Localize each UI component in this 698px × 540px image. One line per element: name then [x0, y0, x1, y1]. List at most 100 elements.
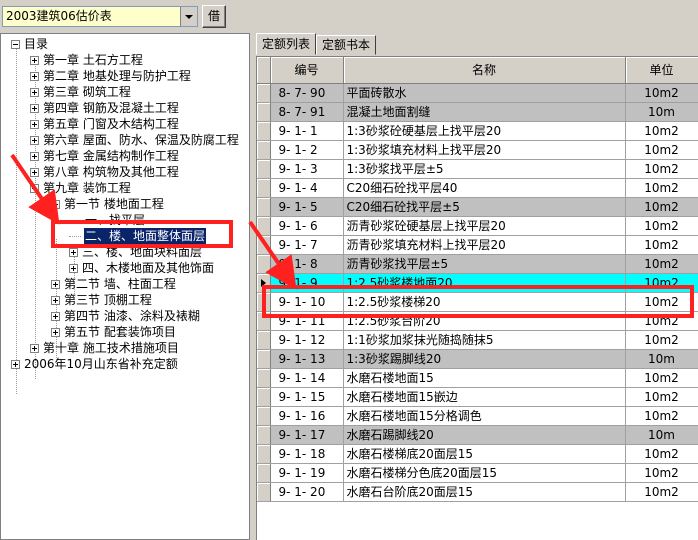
tree-item-label: 一、找平层	[85, 213, 146, 227]
table-row[interactable]: 9- 1- 10 1:2.5砂浆楼梯20 10m2	[257, 292, 698, 312]
table-row[interactable]: 8- 7- 91 混凝土地面割缝 10m	[257, 102, 698, 122]
tree-sub-monolithic[interactable]: 二、楼、地面整体面层	[69, 228, 207, 244]
row-indicator[interactable]	[257, 102, 271, 122]
table-row[interactable]: 9- 1- 16 水磨石楼地面15分格调色 10m2	[257, 406, 698, 426]
table-row[interactable]: 9- 1- 14 水磨石楼地面15 10m2	[257, 368, 698, 388]
row-indicator[interactable]	[257, 387, 271, 407]
header-name[interactable]: 名称	[343, 57, 626, 84]
cell-code: 9- 1- 10	[270, 292, 344, 312]
table-row[interactable]: 9- 1- 12 1:1砂浆加浆抹光随捣随抹5 10m2	[257, 330, 698, 350]
tree-chapter-9[interactable]: 第九章 装饰工程	[30, 180, 132, 196]
table-row[interactable]: 9- 1- 13 1:3砂浆踢脚线20 10m	[257, 349, 698, 369]
expand-icon[interactable]	[69, 263, 78, 273]
table-row[interactable]: 9- 1- 20 水磨石台阶底20面层15 10m2	[257, 482, 698, 502]
dropdown-button[interactable]	[180, 7, 197, 26]
cell-unit: 10m2	[625, 330, 698, 350]
tree-section-9-5[interactable]: 第五节 配套装饰项目	[51, 324, 177, 340]
tree-chapter-7[interactable]: 第七章 金属结构制作工程	[30, 148, 180, 164]
expand-icon[interactable]	[30, 343, 39, 353]
tab-quota-list[interactable]: 定额列表	[256, 33, 317, 55]
row-indicator[interactable]	[257, 482, 271, 502]
tree-chapter-2[interactable]: 第二章 地基处理与防护工程	[30, 68, 192, 84]
row-indicator[interactable]	[257, 140, 271, 160]
tree-item-label: 第三节 顶棚工程	[64, 293, 152, 307]
table-row[interactable]: 8- 7- 90 平面砖散水 10m2	[257, 83, 698, 103]
table-row[interactable]: 9- 1- 15 水磨石楼地面15嵌边 10m2	[257, 387, 698, 407]
expand-icon[interactable]	[30, 103, 39, 113]
tree-section-9-1[interactable]: 第一节 楼地面工程	[51, 196, 165, 212]
row-indicator[interactable]	[257, 254, 271, 274]
expand-icon[interactable]	[51, 327, 60, 337]
row-indicator[interactable]	[257, 121, 271, 141]
borrow-button[interactable]: 借	[202, 5, 226, 28]
tree-chapter-1[interactable]: 第一章 土石方工程	[30, 52, 144, 68]
tree-chapter-10[interactable]: 第十章 施工技术措施项目	[30, 340, 180, 356]
table-row[interactable]: 9- 1- 19 水磨石楼梯分色底20面层15 10m2	[257, 463, 698, 483]
expand-icon[interactable]	[30, 87, 39, 97]
tree-chapter-5[interactable]: 第五章 门窗及木结构工程	[30, 116, 180, 132]
table-row[interactable]: 9- 1- 2 1:3砂浆填充材料上找平层20 10m2	[257, 140, 698, 160]
header-unit[interactable]: 单位	[625, 57, 698, 84]
tree-chapter-3[interactable]: 第三章 砌筑工程	[30, 84, 132, 100]
tree-supplement[interactable]: 2006年10月山东省补充定额	[11, 356, 179, 372]
row-indicator[interactable]	[257, 368, 271, 388]
quota-grid[interactable]: 编号 名称 单位 8- 7- 90 平面砖散水 10m2 8- 7- 91 混凝土地面割…	[256, 56, 698, 540]
row-indicator[interactable]	[257, 330, 271, 350]
row-indicator[interactable]	[257, 235, 271, 255]
tree-sub-leveling[interactable]: 一、找平层	[69, 212, 146, 228]
tree-section-9-3[interactable]: 第三节 顶棚工程	[51, 292, 153, 308]
expand-icon[interactable]	[51, 279, 60, 289]
row-indicator[interactable]	[257, 311, 271, 331]
cell-unit: 10m2	[625, 482, 698, 502]
tree-section-9-4[interactable]: 第四节 油漆、涂料及裱糊	[51, 308, 201, 324]
table-row[interactable]: 9- 1- 3 1:3砂浆找平层±5 10m2	[257, 159, 698, 179]
table-row[interactable]: 9- 1- 11 1:2.5砂浆台阶20 10m2	[257, 311, 698, 331]
table-row[interactable]: 9- 1- 9 1:2.5砂浆楼地面20 10m2	[257, 273, 698, 293]
tree-root[interactable]: 目录	[11, 36, 49, 52]
tree-section-9-2[interactable]: 第二节 墙、柱面工程	[51, 276, 177, 292]
expand-icon[interactable]	[30, 167, 39, 177]
expand-icon[interactable]	[30, 151, 39, 161]
row-indicator[interactable]	[257, 406, 271, 426]
table-row[interactable]: 9- 1- 1 1:3砂浆砼硬基层上找平层20 10m2	[257, 121, 698, 141]
expand-icon[interactable]	[30, 119, 39, 129]
table-row[interactable]: 9- 1- 18 水磨石楼梯底20面层15 10m2	[257, 444, 698, 464]
expand-icon[interactable]	[30, 71, 39, 81]
row-indicator[interactable]	[257, 425, 271, 445]
collapse-icon[interactable]	[51, 199, 60, 209]
tab-quota-book[interactable]: 定额书本	[316, 35, 377, 55]
tree-sub-block[interactable]: 三、楼、地面块料面层	[69, 244, 203, 260]
expand-icon[interactable]	[51, 311, 60, 321]
quota-table-select[interactable]: 2003建筑06估价表	[2, 6, 198, 27]
table-row[interactable]: 9- 1- 8 沥青砂浆找平层±5 10m2	[257, 254, 698, 274]
table-row[interactable]: 9- 1- 7 沥青砂浆填充材料上找平层20 10m2	[257, 235, 698, 255]
row-indicator[interactable]	[257, 159, 271, 179]
row-indicator[interactable]	[257, 273, 271, 293]
row-indicator[interactable]	[257, 197, 271, 217]
table-row[interactable]: 9- 1- 6 沥青砂浆砼硬基层上找平层20 10m2	[257, 216, 698, 236]
cell-code: 9- 1- 7	[270, 235, 344, 255]
tree-sub-wood[interactable]: 四、木楼地面及其他饰面	[69, 260, 215, 276]
expand-icon[interactable]	[11, 359, 20, 369]
expand-icon[interactable]	[30, 135, 39, 145]
row-indicator[interactable]	[257, 463, 271, 483]
row-indicator[interactable]	[257, 216, 271, 236]
expand-icon[interactable]	[51, 295, 60, 305]
table-row[interactable]: 9- 1- 4 C20细石砼找平层40 10m2	[257, 178, 698, 198]
catalog-tree[interactable]: 目录 第一章 土石方工程 第二章 地基处理与防护工程 第三章 砌筑工程 第四章 钢筋及混…	[0, 33, 250, 540]
expand-icon[interactable]	[69, 247, 78, 257]
table-row[interactable]: 9- 1- 5 C20细石砼找平层±5 10m2	[257, 197, 698, 217]
header-code[interactable]: 编号	[270, 57, 344, 84]
row-indicator[interactable]	[257, 444, 271, 464]
expand-icon[interactable]	[30, 55, 39, 65]
row-indicator[interactable]	[257, 292, 271, 312]
row-indicator[interactable]	[257, 349, 271, 369]
table-row[interactable]: 9- 1- 17 水磨石踢脚线20 10m	[257, 425, 698, 445]
collapse-icon[interactable]	[11, 39, 20, 49]
tree-chapter-8[interactable]: 第八章 构筑物及其他工程	[30, 164, 180, 180]
collapse-icon[interactable]	[30, 183, 39, 193]
tree-chapter-4[interactable]: 第四章 钢筋及混凝土工程	[30, 100, 180, 116]
tree-chapter-6[interactable]: 第六章 屋面、防水、保温及防腐工程	[30, 132, 240, 148]
row-indicator[interactable]	[257, 178, 271, 198]
row-indicator[interactable]	[257, 83, 271, 103]
